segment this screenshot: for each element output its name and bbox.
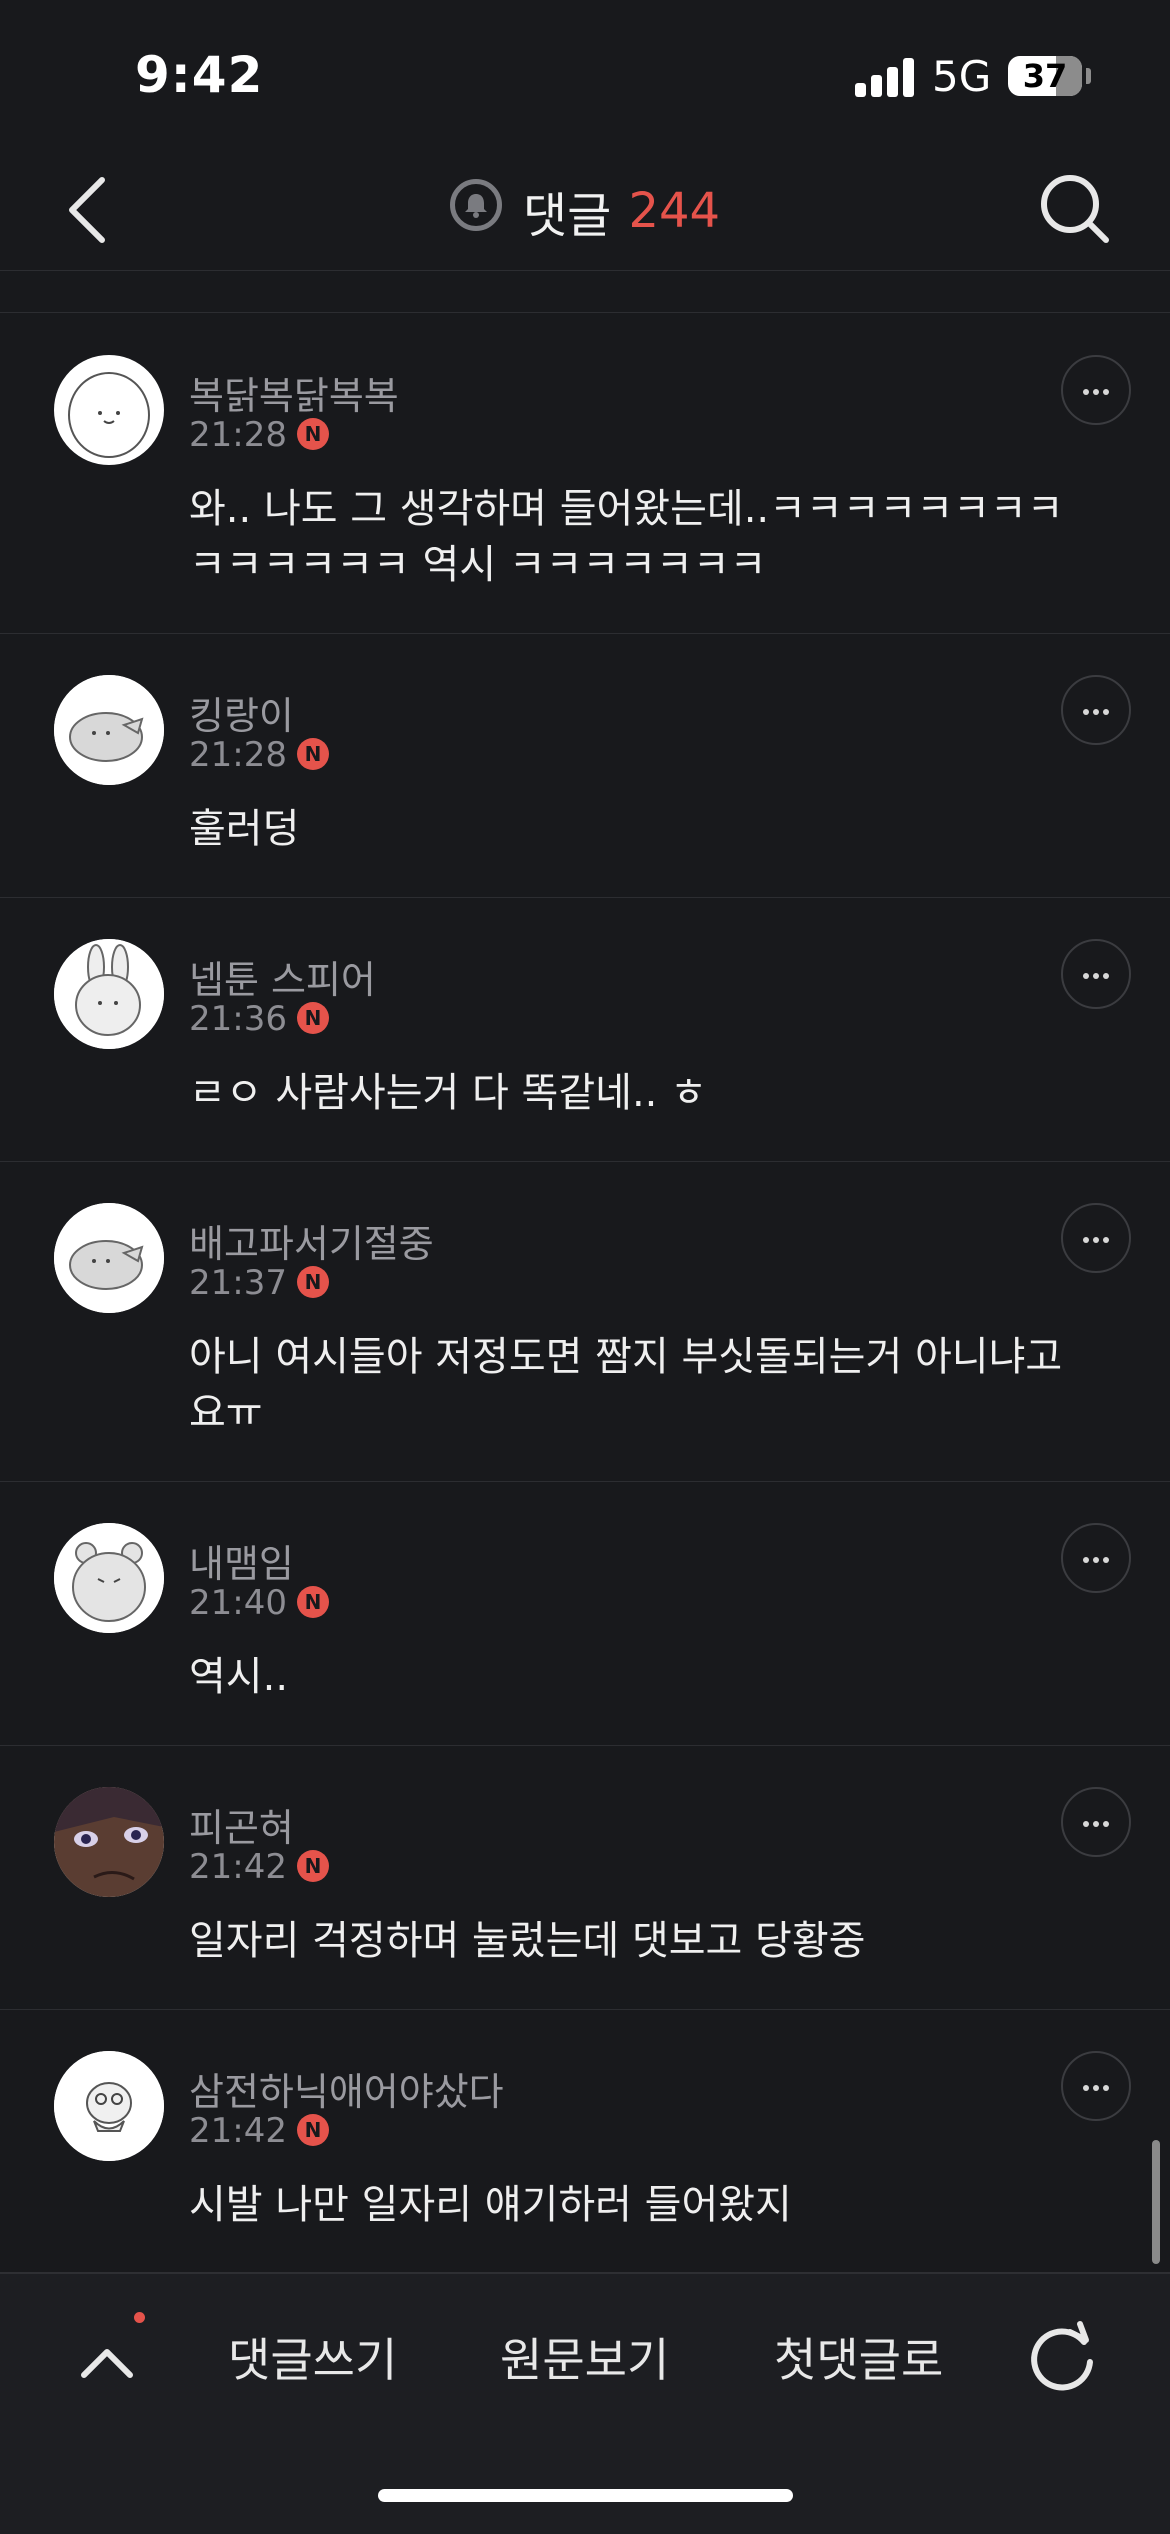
more-options-button[interactable] — [1061, 2051, 1131, 2121]
refresh-button[interactable] — [1024, 2316, 1100, 2396]
bell-icon[interactable] — [449, 179, 502, 231]
comment-count: 244 — [628, 183, 721, 239]
comment-time: 21:40 — [189, 1583, 287, 1623]
status-bar: 9:42 5G 37 — [0, 0, 1170, 150]
comment-text: 와.. 나도 그 생각하며 들어왔는데..ㅋㅋㅋㅋㅋㅋㅋㅋㅋㅋㅋㅋㅋㅋ 역시 ㅋ… — [189, 486, 1064, 588]
comment-author[interactable]: 내맴임 — [189, 1533, 294, 1588]
chevron-up-icon — [81, 2349, 133, 2378]
comment-item: 삼전하닉애어야샀다 21:42 N 시발 나만 일자리 얘기하러 들어왔지 — [0, 2009, 1170, 2273]
comment-text: 아니 여시들아 저정도면 짬지 부싯돌되는거 아니냐고요ㅠ — [189, 1334, 1063, 1436]
comment-author[interactable]: 피곤혀 — [189, 1797, 294, 1852]
comment-author[interactable]: 복닭복닭복복 — [189, 365, 399, 420]
comment-time: 21:42 — [189, 2111, 287, 2151]
comment-text: 일자리 걱정하며 눌렀는데 댓보고 당황중 — [189, 1918, 866, 1964]
comment-time: 21:28 — [189, 415, 287, 455]
new-badge: N — [296, 1585, 329, 1618]
comment-text: 훌러덩 — [189, 806, 300, 852]
comment-meta: 21:42 N — [189, 1847, 329, 1887]
avatar[interactable] — [54, 675, 164, 785]
network-label: 5G — [932, 52, 992, 101]
comment-meta: 21:36 N — [189, 999, 329, 1039]
battery-level: 37 — [1022, 57, 1068, 95]
comment-author[interactable]: 배고파서기절중 — [189, 1213, 434, 1268]
avatar[interactable] — [54, 1787, 164, 1897]
refresh-icon — [1031, 2321, 1093, 2391]
more-options-button[interactable] — [1061, 1203, 1131, 1273]
comment-meta: 21:42 N — [189, 2111, 329, 2151]
comment-time: 21:28 — [189, 735, 287, 775]
new-badge: N — [296, 737, 329, 770]
new-badge: N — [296, 1849, 329, 1882]
comment-text: ㄹㅇ 사람사는거 다 똑같네.. ㅎ — [189, 1070, 707, 1116]
scrollbar[interactable] — [1152, 2140, 1160, 2264]
comment-time: 21:42 — [189, 1847, 287, 1887]
notification-dot — [134, 2312, 145, 2323]
comment-meta: 21:28 N — [189, 415, 329, 455]
comment-item: 배고파서기절중 21:37 N 아니 여시들아 저정도면 짬지 부싯돌되는거 아니… — [0, 1161, 1170, 1482]
comment-text: 시발 나만 일자리 얘기하러 들어왔지 — [189, 2182, 792, 2228]
comment-text: 역시.. — [189, 1654, 289, 1700]
comment-item: 내맴임 21:40 N 역시.. — [0, 1481, 1170, 1746]
more-options-button[interactable] — [1061, 675, 1131, 745]
comment-item: 넵툰 스피어 21:36 N ㄹㅇ 사람사는거 다 똑같네.. ㅎ — [0, 897, 1170, 1162]
more-options-button[interactable] — [1061, 1787, 1131, 1857]
avatar[interactable] — [54, 355, 164, 465]
home-indicator[interactable] — [378, 2489, 793, 2502]
header: 댓글 244 — [0, 150, 1170, 271]
new-badge: N — [296, 1001, 329, 1034]
comment-item: 피곤혀 21:42 N 일자리 걱정하며 눌렀는데 댓보고 당황중 — [0, 1745, 1170, 2010]
new-badge: N — [296, 1265, 329, 1298]
header-title-group: 댓글 244 — [0, 176, 1170, 246]
comment-author[interactable]: 넵툰 스피어 — [189, 949, 376, 1004]
comment-author[interactable]: 삼전하닉애어야샀다 — [189, 2061, 504, 2116]
comment-meta: 21:37 N — [189, 1263, 329, 1303]
signal-icon — [855, 57, 915, 97]
battery-icon: 37 — [1008, 56, 1082, 96]
battery-tip — [1086, 68, 1091, 84]
comment-author[interactable]: 킹랑이 — [189, 685, 294, 740]
search-icon — [1041, 175, 1109, 243]
comment-time: 21:37 — [189, 1263, 287, 1303]
write-comment-button[interactable]: 댓글쓰기 — [228, 2324, 397, 2390]
scroll-top-button[interactable] — [72, 2329, 142, 2399]
new-badge: N — [296, 417, 329, 450]
view-original-button[interactable]: 원문보기 — [500, 2324, 669, 2390]
avatar[interactable] — [54, 2051, 164, 2161]
new-badge: N — [296, 2113, 329, 2146]
comment-item: 복닭복닭복복 21:28 N 와.. 나도 그 생각하며 들어왔는데..ㅋㅋㅋㅋㅋ… — [0, 313, 1170, 634]
first-comment-button[interactable]: 첫댓글로 — [774, 2324, 943, 2390]
comment-item: 킹랑이 21:28 N 훌러덩 — [0, 633, 1170, 898]
comment-meta: 21:28 N — [189, 735, 329, 775]
comment-meta: 21:40 N — [189, 1583, 329, 1623]
avatar[interactable] — [54, 1203, 164, 1313]
avatar[interactable] — [54, 939, 164, 1049]
avatar[interactable] — [54, 1523, 164, 1633]
status-time: 9:42 — [135, 46, 264, 104]
comment-time: 21:36 — [189, 999, 287, 1039]
page-title: 댓글 — [523, 188, 612, 244]
more-options-button[interactable] — [1061, 355, 1131, 425]
search-button[interactable] — [1036, 170, 1116, 250]
more-options-button[interactable] — [1061, 939, 1131, 1009]
more-options-button[interactable] — [1061, 1523, 1131, 1593]
